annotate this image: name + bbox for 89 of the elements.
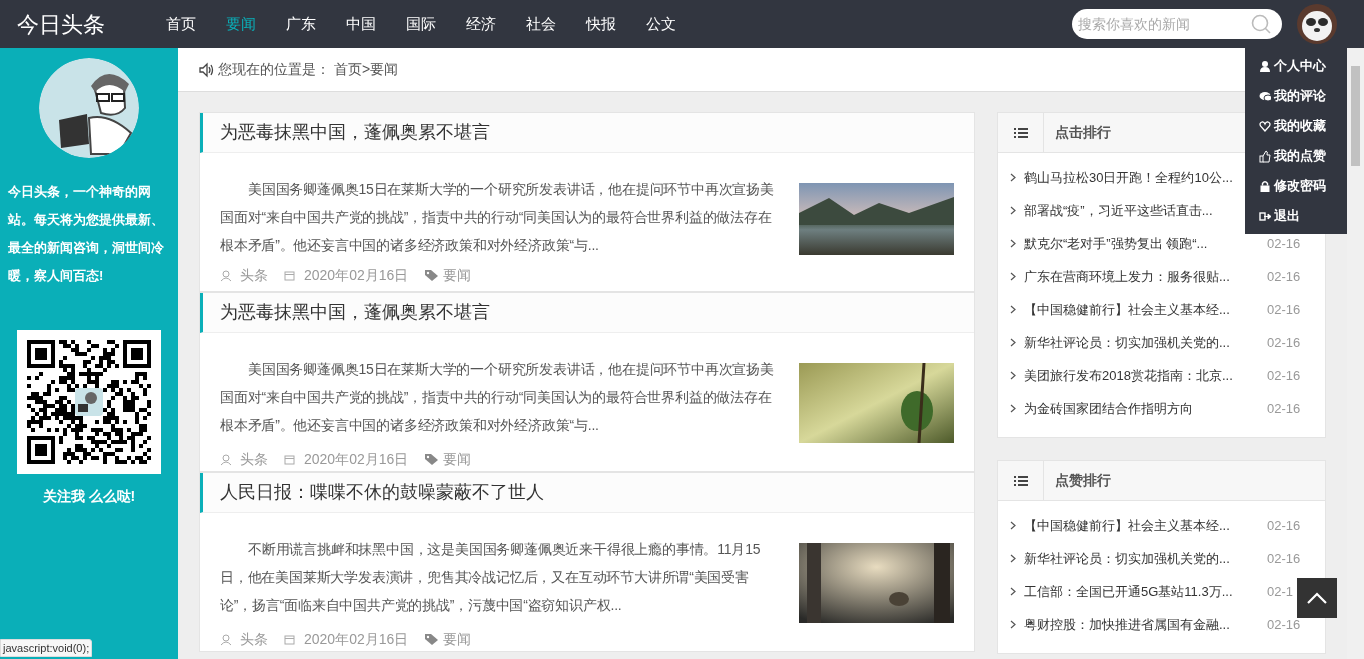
ranking-link[interactable]: 默克尔“老对手”强势复出 领跑“... (1024, 233, 1260, 254)
heart-icon (1259, 119, 1271, 133)
list-icon (1013, 126, 1028, 139)
chevron-icon (1010, 173, 1016, 182)
nav-link[interactable]: 公文 (646, 12, 676, 36)
article-summary: 美国国务卿蓬佩奥15日在莱斯大学的一个研究所发表讲话，他在提问环节中再次宣扬美国面对“来自中国共产党的挑战”，指责中共的行动“同美国认为的最符合世界利益的做法存在根本矛盾”。他还妄言中国的诸多经济政策和对外经济政策“与... (220, 180, 775, 255)
article-summary: 不断用谎言挑衅和抹黑中国，这是美国国务卿蓬佩奥近来干得很上瘾的事情。11月15日，他在美国莱斯大学发表演讲，兜售其冷战记忆后，又在互动环节大讲所谓“美国受害论”，扬言“面临来自中国共产党的挑战”，污蔑中国“盗窃知识产权... (220, 540, 762, 615)
nav-link[interactable]: 广东 (286, 12, 316, 36)
site-logo[interactable]: 今日头条 (17, 11, 105, 37)
list-icon (1013, 474, 1028, 487)
menu-item[interactable]: 退出 (1245, 201, 1347, 231)
article-date: 2020年02月16日 (304, 630, 409, 649)
menu-item[interactable]: 我的收藏 (1245, 111, 1347, 141)
back-to-top-button[interactable] (1297, 578, 1337, 618)
user-icon (220, 453, 232, 466)
chevron-icon (1010, 272, 1016, 281)
user-avatar[interactable] (1297, 4, 1337, 44)
menu-item[interactable]: 修改密码 (1245, 171, 1347, 201)
user-icon (1259, 59, 1271, 73)
ranking-date: 02-16 (1267, 267, 1301, 286)
ranking-date: 02-16 (1267, 516, 1301, 535)
ranking-date: 02-16 (1267, 615, 1301, 634)
article-title[interactable]: 为恶毒抹黑中国，蓬佩奥累不堪言 (220, 299, 490, 326)
chevron-icon (1010, 305, 1016, 314)
ranking-date: 02-1 (1267, 582, 1294, 601)
calendar-icon (284, 634, 295, 645)
breadcrumb-path[interactable]: 首页>要闻 (334, 59, 399, 80)
nav-link[interactable]: 国际 (406, 12, 436, 36)
ranking-link[interactable]: 【中国稳健前行】社会主义基本经... (1024, 515, 1260, 536)
chevron-up-icon (1306, 591, 1328, 605)
article-author: 头条 (240, 266, 268, 285)
chevron-icon (1010, 620, 1016, 629)
article-date: 2020年02月16日 (304, 450, 409, 469)
calendar-icon (284, 270, 295, 281)
speech-bubbles-icon (1259, 89, 1271, 103)
chevron-icon (1010, 404, 1016, 413)
menu-item[interactable]: 我的评论 (1245, 81, 1347, 111)
nav-link[interactable]: 首页 (166, 12, 196, 36)
thumbs-up-icon (1259, 149, 1271, 163)
article-author: 头条 (240, 630, 268, 649)
chevron-icon (1010, 554, 1016, 563)
article-title[interactable]: 人民日报：喋喋不休的鼓噪蒙蔽不了世人 (220, 479, 544, 506)
search-field[interactable]: 搜索你喜欢的新闻 (1072, 9, 1282, 39)
nav-link[interactable]: 中国 (346, 12, 376, 36)
ranking-link[interactable]: 新华社评论员：切实加强机关党的... (1024, 332, 1260, 353)
ranking-link[interactable]: 工信部：全国已开通5G基站11.3万... (1024, 581, 1260, 602)
tag-icon (424, 453, 440, 466)
nav-link[interactable]: 经济 (466, 12, 496, 36)
user-icon (220, 269, 232, 282)
chevron-icon (1010, 587, 1016, 596)
menu-item[interactable]: 我的点赞 (1245, 141, 1347, 171)
ranking-link[interactable]: 为金砖国家团结合作指明方向 (1024, 398, 1260, 419)
nav-link[interactable]: 快报 (586, 12, 616, 36)
article-date: 2020年02月16日 (304, 266, 409, 285)
ranking-date: 02-16 (1267, 234, 1301, 253)
tag-icon (424, 269, 440, 282)
chevron-icon (1010, 239, 1016, 248)
chevron-icon (1010, 338, 1016, 347)
panel-title: 点击排行 (1055, 123, 1111, 142)
breadcrumb-label: 您现在的位置是： (218, 60, 330, 79)
chevron-icon (1010, 206, 1016, 215)
article-summary: 美国国务卿蓬佩奥15日在莱斯大学的一个研究所发表讲话，他在提问环节中再次宣扬美国面对“来自中国共产党的挑战”，指责中共的行动“同美国认为的最符合世界利益的做法存在根本矛盾”。他还妄言中国的诸多经济政策和对外经济政策“与... (220, 360, 775, 435)
chevron-icon (1010, 521, 1016, 530)
chevron-icon (1010, 371, 1016, 380)
follow-text: 关注我 么么哒! (42, 487, 136, 506)
ranking-link[interactable]: 广东在营商环境上发力：服务很贴... (1024, 266, 1260, 287)
search-icon (1250, 13, 1272, 35)
nav-link[interactable]: 社会 (526, 12, 556, 36)
user-icon (220, 633, 232, 646)
ranking-date: 02-16 (1267, 333, 1301, 352)
ranking-link[interactable]: 粤财控股：加快推进省属国有金融... (1024, 614, 1260, 635)
ranking-date: 02-16 (1267, 300, 1301, 319)
ranking-link[interactable]: 【中国稳健前行】社会主义基本经... (1024, 299, 1260, 320)
article-title[interactable]: 为恶毒抹黑中国，蓬佩奥累不堪言 (220, 119, 490, 146)
ranking-date: 02-16 (1267, 549, 1301, 568)
article-author: 头条 (240, 450, 268, 469)
site-intro: 今日头条，一个神奇的网站。每天将为您提供最新、最全的新闻咨询，洞世间冷暖，察人间百态! (7, 183, 165, 285)
menu-item[interactable]: 个人中心 (1245, 51, 1347, 81)
ranking-date: 02-16 (1267, 399, 1301, 418)
lock-icon (1259, 179, 1271, 193)
ranking-date: 02-16 (1267, 366, 1301, 385)
tag-icon (424, 633, 440, 646)
nav-link[interactable]: 要闻 (226, 12, 256, 36)
sign-out-icon (1259, 209, 1271, 223)
speaker-icon (198, 61, 214, 78)
calendar-icon (284, 454, 295, 465)
ranking-link[interactable]: 美团旅行发布2018赏花指南：北京... (1024, 365, 1260, 386)
panel-title: 点赞排行 (1055, 471, 1111, 490)
ranking-link[interactable]: 新华社评论员：切实加强机关党的... (1024, 548, 1260, 569)
